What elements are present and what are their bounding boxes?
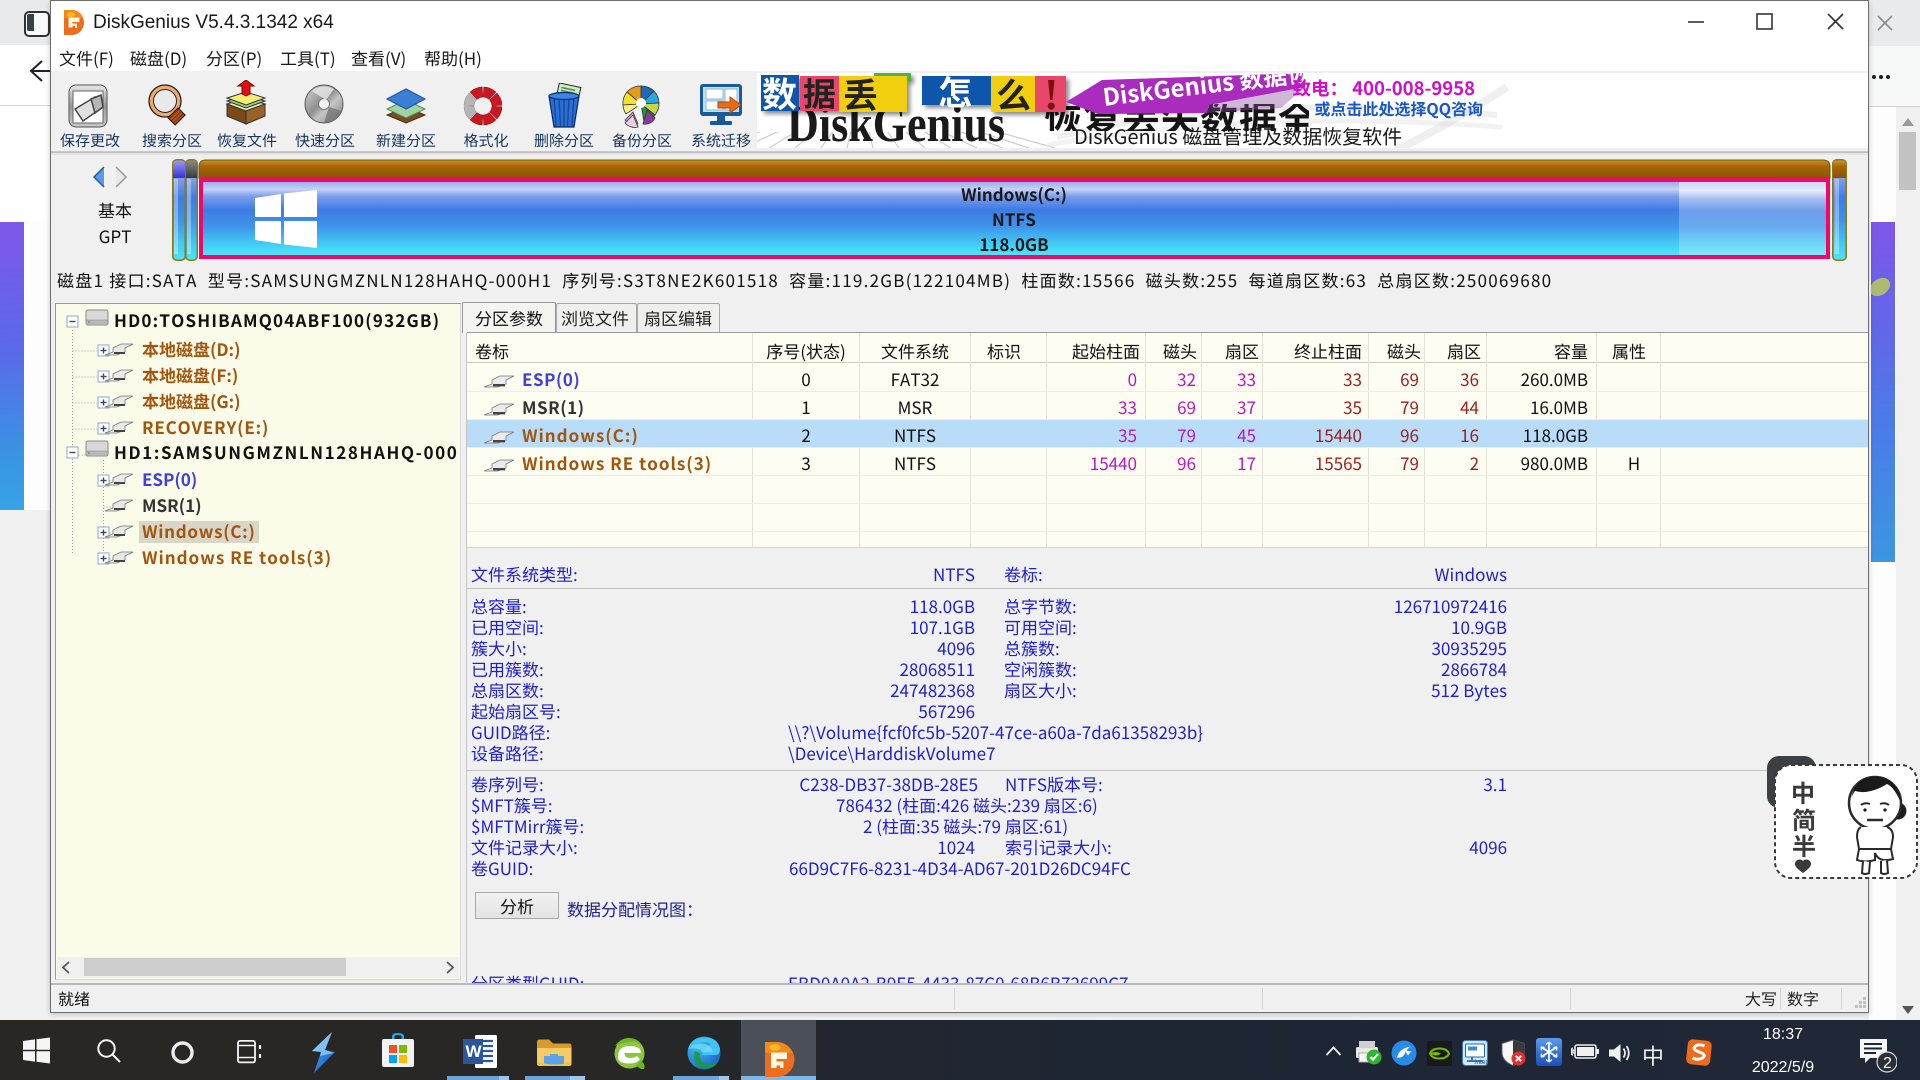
svg-text:W: W: [466, 1042, 483, 1061]
svg-text:intel: intel: [1475, 1059, 1487, 1066]
svg-text:!: !: [1044, 73, 1059, 119]
svg-text:2: 2: [1883, 1055, 1892, 1072]
